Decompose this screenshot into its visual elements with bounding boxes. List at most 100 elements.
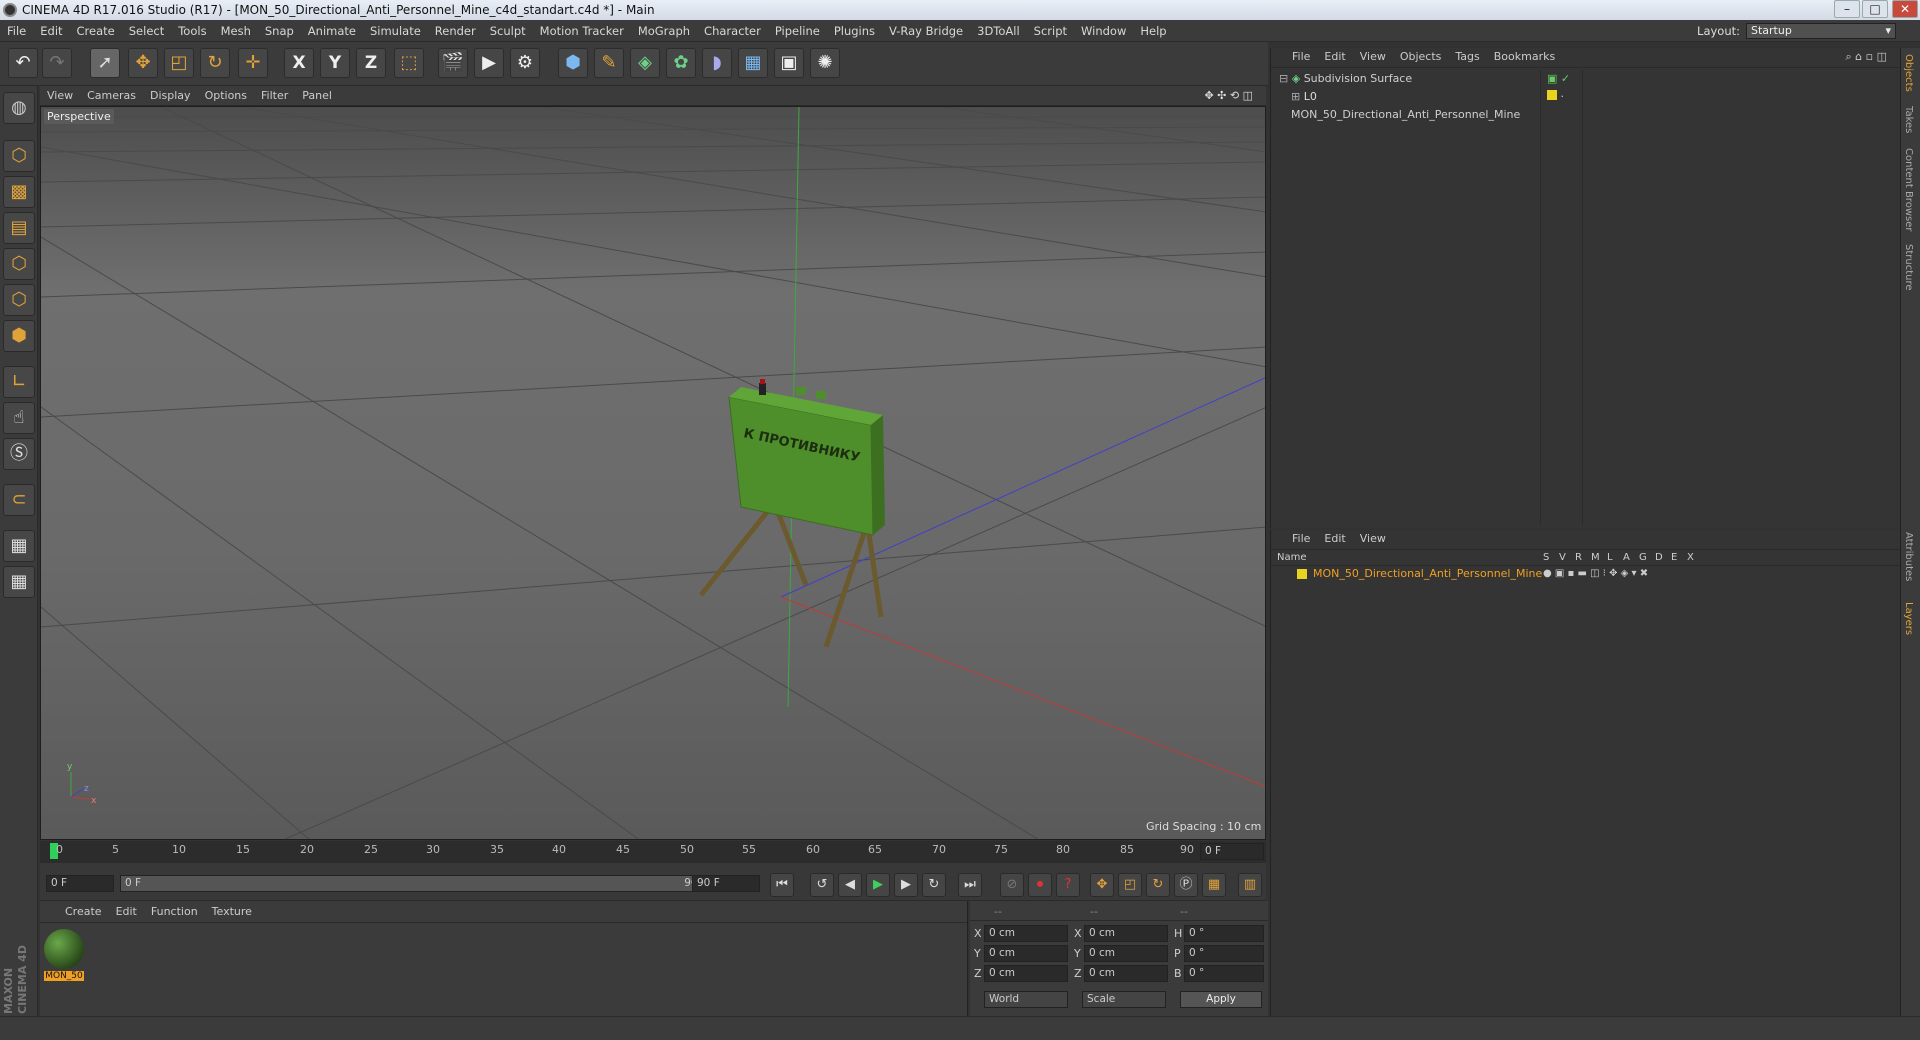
menu-animate[interactable]: Animate (301, 20, 363, 42)
rotate-icon[interactable]: ↻ (200, 48, 230, 78)
deformer-icon[interactable]: ◗ (702, 48, 732, 78)
vp-menu-view[interactable]: View (40, 86, 80, 106)
layer-menu-edit[interactable]: Edit (1317, 530, 1352, 548)
magnet-icon[interactable]: ⊂ (3, 484, 35, 516)
lock-workplane-icon[interactable]: ▦ (3, 530, 35, 562)
coord-system-icon[interactable]: ⬚ (394, 48, 424, 78)
axis-mode-icon[interactable]: ∟ (3, 366, 35, 398)
edges-mode-icon[interactable]: ⬡ (3, 284, 35, 316)
go-to-end-icon[interactable]: ⏭ (958, 873, 982, 897)
vp-menu-options[interactable]: Options (198, 86, 254, 106)
rot-p-field[interactable]: 0 ° (1184, 945, 1264, 962)
apply-button[interactable]: Apply (1180, 991, 1262, 1008)
tweak-icon[interactable]: ☝ (3, 402, 35, 434)
material-swatch[interactable]: MON_50 (44, 929, 84, 985)
model-mode-icon[interactable]: ⬡ (3, 140, 35, 172)
cube-icon[interactable]: ⬢ (558, 48, 588, 78)
mine-model[interactable] (699, 379, 885, 648)
previous-frame-icon[interactable]: ◀ (838, 873, 862, 897)
object-row[interactable]: ⊟ ◈ Subdivision Surface (1271, 70, 1540, 88)
rot-b-field[interactable]: 0 ° (1184, 965, 1264, 982)
layer-name[interactable]: MON_50_Directional_Anti_Personnel_Mine (1313, 566, 1542, 582)
autokey-icon[interactable]: ⏺ (1028, 873, 1052, 897)
menu-window[interactable]: Window (1074, 20, 1133, 42)
timeline-icon[interactable]: ▥ (1238, 873, 1262, 897)
key-parameter-icon[interactable]: Ⓟ (1174, 873, 1198, 897)
size-z-field[interactable]: 0 cm (1084, 965, 1168, 982)
render-settings-icon[interactable]: ⚙ (510, 48, 540, 78)
menu-pipeline[interactable]: Pipeline (768, 20, 827, 42)
light-icon[interactable]: ✺ (810, 48, 840, 78)
y-axis-icon[interactable]: Y (320, 48, 350, 78)
menu-file[interactable]: File (0, 20, 33, 42)
maximize-button[interactable]: □ (1862, 0, 1888, 18)
object-row[interactable]: ⊞ L0 MON_50_Directional_Anti_Personnel_M… (1271, 88, 1540, 121)
snap-icon[interactable]: Ⓢ (3, 438, 35, 470)
menu-3dtoall[interactable]: 3DToAll (970, 20, 1027, 42)
record-keys-icon[interactable]: ⊘ (1000, 873, 1024, 897)
mat-menu-edit[interactable]: Edit (109, 901, 144, 923)
menu-tools[interactable]: Tools (171, 20, 213, 42)
x-axis-icon[interactable]: X (284, 48, 314, 78)
tab-objects[interactable]: Objects (1903, 54, 1914, 92)
tab-content-browser[interactable]: Content Browser (1903, 148, 1914, 231)
render-picture-viewer-icon[interactable]: ▶ (474, 48, 504, 78)
layer-menu-file[interactable]: File (1285, 530, 1317, 548)
floor-icon[interactable]: ▦ (738, 48, 768, 78)
menu-snap[interactable]: Snap (258, 20, 301, 42)
mat-menu-function[interactable]: Function (144, 901, 205, 923)
tab-layers[interactable]: Layers (1903, 602, 1914, 635)
pos-z-field[interactable]: 0 cm (984, 965, 1068, 982)
menu-vray-bridge[interactable]: V-Ray Bridge (882, 20, 970, 42)
camera-icon[interactable]: ▣ (774, 48, 804, 78)
key-pla-icon[interactable]: ▦ (1202, 873, 1226, 897)
layer-color-swatch[interactable] (1297, 569, 1307, 579)
tab-structure[interactable]: Structure (1903, 244, 1914, 291)
play-icon[interactable]: ▶ (866, 873, 890, 897)
obj-menu-tags[interactable]: Tags (1448, 48, 1486, 66)
menu-simulate[interactable]: Simulate (363, 20, 428, 42)
add-icon[interactable]: ✛ (238, 48, 268, 78)
key-scale-icon[interactable]: ◰ (1118, 873, 1142, 897)
mat-menu-texture[interactable]: Texture (205, 901, 259, 923)
obj-menu-view[interactable]: View (1353, 48, 1393, 66)
keyframe-selection-icon[interactable]: ? (1056, 873, 1080, 897)
workplane-icon[interactable]: ▤ (3, 212, 35, 244)
make-editable-icon[interactable]: ◍ (3, 92, 35, 124)
pos-y-field[interactable]: 0 cm (984, 945, 1068, 962)
menu-render[interactable]: Render (428, 20, 483, 42)
previous-key-icon[interactable]: ↺ (810, 873, 834, 897)
scale-icon[interactable]: ◰ (164, 48, 194, 78)
texture-mode-icon[interactable]: ▩ (3, 176, 35, 208)
minimize-button[interactable]: – (1834, 0, 1860, 18)
coord-mode-select[interactable]: World (984, 991, 1068, 1008)
planar-workplane-icon[interactable]: ▦ (3, 566, 35, 598)
menu-mesh[interactable]: Mesh (214, 20, 258, 42)
redo-icon[interactable]: ↷ (42, 48, 72, 78)
key-position-icon[interactable]: ✥ (1090, 873, 1114, 897)
vp-menu-cameras[interactable]: Cameras (80, 86, 143, 106)
menu-select[interactable]: Select (122, 20, 171, 42)
pen-icon[interactable]: ✎ (594, 48, 624, 78)
polygons-mode-icon[interactable]: ⬢ (3, 320, 35, 352)
next-key-icon[interactable]: ↻ (922, 873, 946, 897)
pos-x-field[interactable]: 0 cm (984, 925, 1068, 942)
collapse-icon[interactable]: ⊟ (1279, 72, 1288, 85)
coord-scale-select[interactable]: Scale (1082, 991, 1166, 1008)
menu-create[interactable]: Create (70, 20, 122, 42)
cloner-icon[interactable]: ✿ (666, 48, 696, 78)
select-icon[interactable]: ➚ (90, 48, 120, 78)
key-rotation-icon[interactable]: ↻ (1146, 873, 1170, 897)
vp-menu-panel[interactable]: Panel (295, 86, 339, 106)
next-frame-icon[interactable]: ▶ (894, 873, 918, 897)
menu-sculpt[interactable]: Sculpt (483, 20, 533, 42)
layer-menu-view[interactable]: View (1353, 530, 1393, 548)
expand-icon[interactable]: ⊞ (1291, 90, 1300, 103)
obj-menu-file[interactable]: File (1285, 48, 1317, 66)
layer-color-icon[interactable]: · (1543, 88, 1582, 106)
close-button[interactable]: ✕ (1892, 0, 1918, 18)
layer-row[interactable]: MON_50_Directional_Anti_Personnel_Mine ●… (1271, 566, 1900, 582)
timeline-ruler[interactable]: 0 5 10 15 20 25 30 35 40 45 50 55 60 65 … (40, 841, 1266, 863)
menu-script[interactable]: Script (1027, 20, 1074, 42)
start-frame-field[interactable]: 0 F (46, 875, 114, 892)
